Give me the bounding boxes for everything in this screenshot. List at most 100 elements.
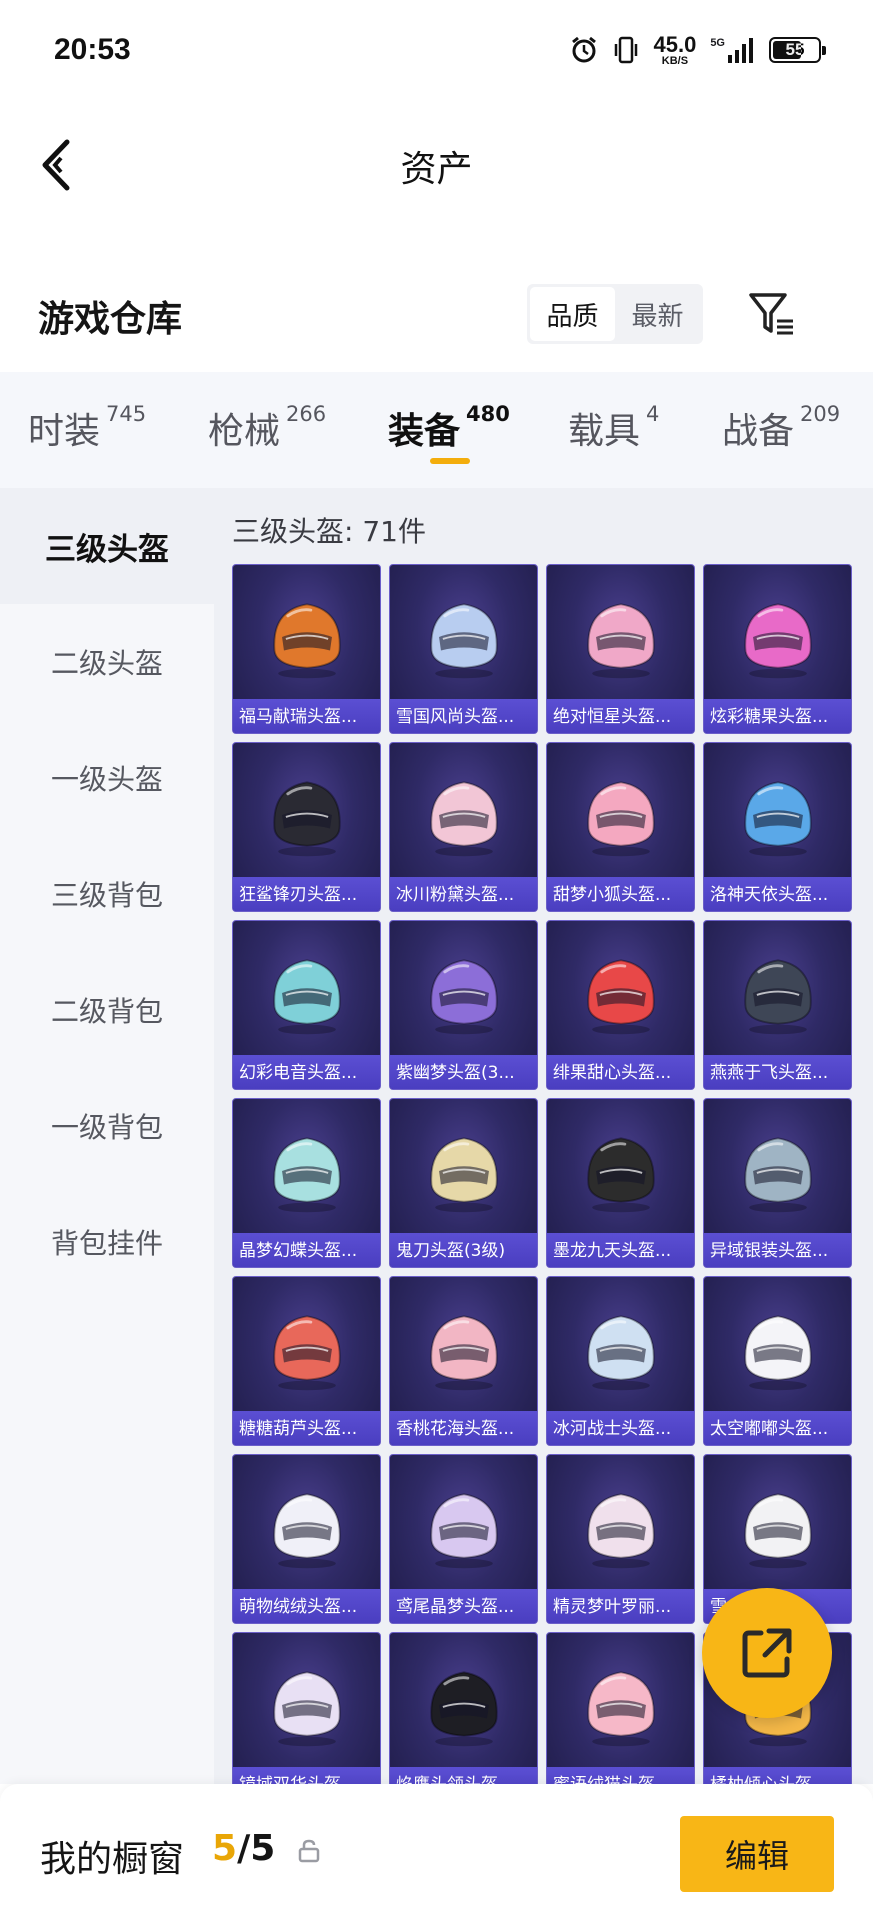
grid-title: 三级头盔: 71件: [232, 515, 426, 548]
sidebar-item-level2-helmet[interactable]: 二级头盔: [0, 604, 214, 720]
helmet-icon: [586, 1671, 655, 1747]
vibrate-icon: [613, 35, 639, 65]
tab-equipment[interactable]: 装备 480: [388, 402, 510, 454]
item-name: 狂鲨锋刃头盔...: [239, 885, 358, 905]
sidebar-item-level2-backpack[interactable]: 二级背包: [0, 952, 214, 1068]
helmet-icon: [429, 603, 498, 679]
sidebar-item-level3-backpack[interactable]: 三级背包: [0, 836, 214, 952]
item-name: 炫彩糖果头盔...: [710, 707, 829, 727]
tab-fashion[interactable]: 时装 745: [28, 402, 146, 454]
helmet-icon: [272, 603, 341, 679]
item-card[interactable]: 冰河战士头盔...: [546, 1276, 695, 1446]
item-card[interactable]: 燕燕于飞头盔...: [703, 920, 852, 1090]
item-name: 晶梦幻蝶头盔...: [239, 1241, 358, 1261]
status-time: 20:53: [54, 33, 131, 66]
helmet-icon: [743, 959, 812, 1035]
item-card[interactable]: 焰鹰头领头盔...: [389, 1632, 538, 1784]
warehouse-header: 游戏仓库 品质 最新: [0, 270, 873, 360]
tab-count: 480: [466, 402, 510, 426]
item-name: 冰河战士头盔...: [553, 1419, 672, 1439]
helmet-icon: [586, 603, 655, 679]
nav-bar: 资产: [0, 100, 873, 230]
filter-button[interactable]: [742, 284, 802, 344]
item-card[interactable]: 蜜语绒猫头盔...: [546, 1632, 695, 1784]
tab-label: 战备: [722, 411, 795, 452]
item-card[interactable]: 香桃花海头盔...: [389, 1276, 538, 1446]
battery-icon: 55: [769, 37, 826, 63]
helmet-icon: [429, 959, 498, 1035]
item-card[interactable]: 绝对恒星头盔...: [546, 564, 695, 734]
item-name: 镜域双华头盔...: [239, 1770, 376, 1784]
tab-vehicles[interactable]: 载具 4: [568, 402, 659, 454]
category-tabs: 时装 745 枪械 266 装备 480 载具 4 战备 209: [0, 372, 873, 488]
item-card[interactable]: 糖糖葫芦头盔...: [232, 1276, 381, 1446]
item-card[interactable]: 紫幽梦头盔(3...: [389, 920, 538, 1090]
status-icons: 45.0 KB/S 5G 55: [569, 33, 826, 67]
net-speed: 45.0 KB/S: [653, 33, 696, 67]
showcase-max: 5: [250, 1828, 276, 1869]
sidebar-item-level1-helmet[interactable]: 一级头盔: [0, 720, 214, 836]
alarm-icon: [569, 35, 599, 65]
item-card[interactable]: 异域银装头盔...: [703, 1098, 852, 1268]
tab-firearms[interactable]: 枪械 266: [208, 402, 326, 454]
helmet-icon: [743, 1137, 812, 1213]
item-card[interactable]: 幻彩电音头盔...: [232, 920, 381, 1090]
battery-level: 55: [785, 40, 805, 59]
sidebar-item-backpack-charm[interactable]: 背包挂件: [0, 1184, 214, 1300]
sort-toggle: 品质 最新: [527, 284, 703, 344]
item-card[interactable]: 炫彩糖果头盔...: [703, 564, 852, 734]
helmet-icon: [429, 781, 498, 857]
item-card[interactable]: 鬼刀头盔(3级): [389, 1098, 538, 1268]
tab-label: 时装: [28, 411, 101, 452]
item-name: 冰川粉黛头盔...: [396, 885, 515, 905]
helmet-icon: [586, 959, 655, 1035]
helmet-icon: [272, 959, 341, 1035]
item-card[interactable]: 狂鲨锋刃头盔...: [232, 742, 381, 912]
item-name: 洛神天依头盔...: [710, 885, 829, 905]
helmet-icon: [743, 781, 812, 857]
helmet-icon: [272, 1671, 341, 1747]
item-card[interactable]: 太空嘟嘟头盔...: [703, 1276, 852, 1446]
helmet-icon: [429, 1137, 498, 1213]
item-name: 墨龙九天头盔...: [553, 1241, 672, 1261]
item-card[interactable]: 精灵梦叶罗丽...: [546, 1454, 695, 1624]
sort-option-quality[interactable]: 品质: [530, 287, 615, 341]
sidebar-item-level1-backpack[interactable]: 一级背包: [0, 1068, 214, 1184]
item-name: 萌物绒绒头盔...: [239, 1597, 358, 1617]
tab-label: 装备: [388, 411, 461, 452]
tab-count: 4: [646, 402, 660, 426]
item-card[interactable]: 墨龙九天头盔...: [546, 1098, 695, 1268]
item-card[interactable]: 冰川粉黛头盔...: [389, 742, 538, 912]
item-card[interactable]: 鸢尾晶梦头盔...: [389, 1454, 538, 1624]
item-card[interactable]: 绯果甜心头盔...: [546, 920, 695, 1090]
sort-option-latest[interactable]: 最新: [615, 287, 700, 341]
item-card[interactable]: 雪国风尚头盔...: [389, 564, 538, 734]
item-name: 鸢尾晶梦头盔...: [396, 1597, 515, 1617]
item-card[interactable]: 萌物绒绒头盔...: [232, 1454, 381, 1624]
edit-button[interactable]: 编辑: [680, 1816, 834, 1892]
item-name: 福马献瑞头盔...: [239, 707, 358, 727]
item-name: 蜜语绒猫头盔...: [553, 1770, 690, 1784]
signal-icon: 5G: [710, 37, 755, 63]
helmet-icon: [743, 603, 812, 679]
tab-supplies[interactable]: 战备 209: [722, 402, 840, 454]
item-card[interactable]: 甜梦小狐头盔...: [546, 742, 695, 912]
item-name: 精灵梦叶罗丽...: [553, 1597, 672, 1617]
tab-count: 209: [800, 402, 841, 426]
content-area: 三级头盔 二级头盔 一级头盔 三级背包 二级背包 一级背包 背包挂件 三级头盔:…: [0, 488, 873, 1784]
item-card[interactable]: 镜域双华头盔...: [232, 1632, 381, 1784]
page-title: 资产: [400, 149, 473, 190]
item-name: 鬼刀头盔(3级): [396, 1241, 506, 1261]
helmet-icon: [586, 1315, 655, 1391]
item-card[interactable]: 洛神天依头盔...: [703, 742, 852, 912]
item-card[interactable]: 晶梦幻蝶头盔...: [232, 1098, 381, 1268]
sidebar-item-level3-helmet[interactable]: 三级头盔: [0, 488, 214, 604]
tab-label: 枪械: [208, 411, 281, 452]
helmet-icon: [272, 781, 341, 857]
item-name: 绝对恒星头盔...: [553, 707, 672, 727]
share-button[interactable]: [702, 1588, 832, 1718]
helmet-icon: [272, 1137, 341, 1213]
tab-count: 745: [106, 402, 147, 426]
item-card[interactable]: 福马献瑞头盔...: [232, 564, 381, 734]
item-name: 甜梦小狐头盔...: [553, 885, 672, 905]
